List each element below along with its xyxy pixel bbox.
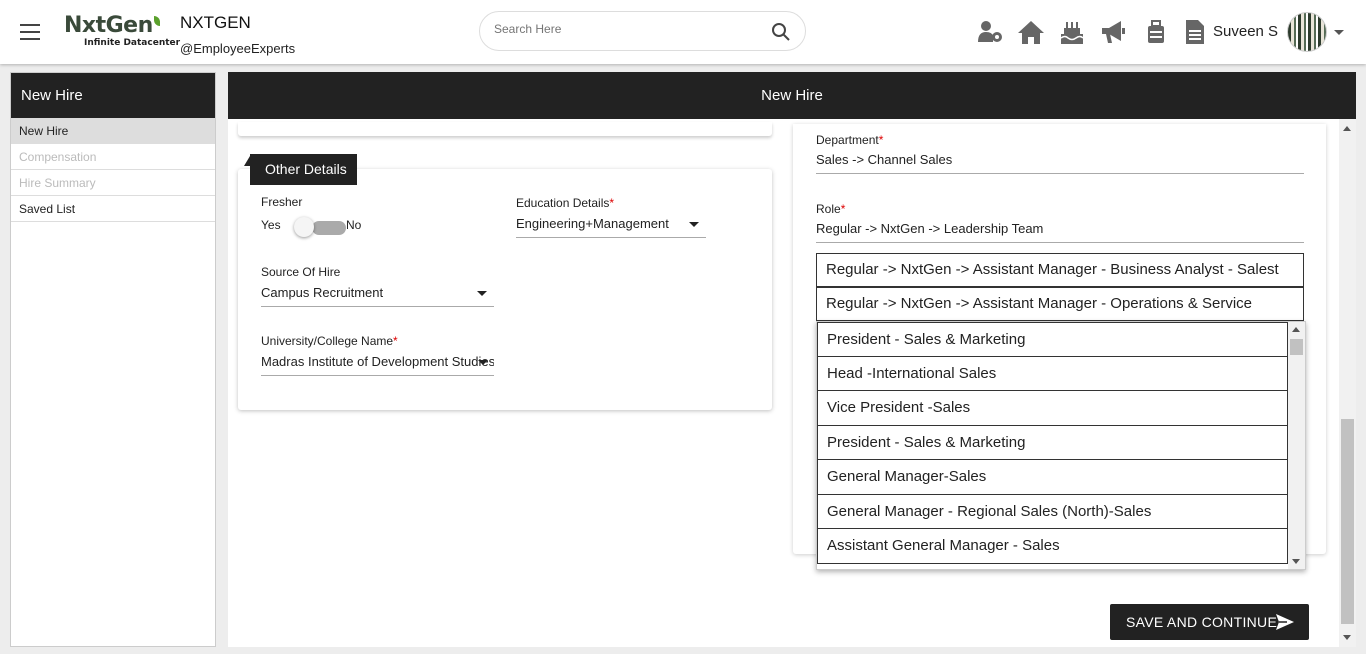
scroll-down-icon[interactable] xyxy=(1343,635,1351,640)
logo-subtitle: Infinite Datacenter xyxy=(84,38,181,48)
sidebar-item-new-hire[interactable]: New Hire xyxy=(11,118,215,144)
document-icon[interactable] xyxy=(1181,18,1209,46)
briefcase-icon[interactable] xyxy=(1142,18,1170,46)
team-settings-icon[interactable] xyxy=(976,18,1004,46)
dropdown-scrollbar[interactable] xyxy=(1288,322,1305,569)
sidebar-title: New Hire xyxy=(11,73,215,118)
caret-down-icon[interactable] xyxy=(477,291,487,296)
fresher-yes-label: Yes xyxy=(261,218,281,232)
search-icon[interactable] xyxy=(771,22,791,42)
caret-down-icon[interactable] xyxy=(689,222,699,227)
save-and-continue-button[interactable]: SAVE AND CONTINUE xyxy=(1110,604,1309,640)
role-underline xyxy=(816,242,1304,243)
sidebar-item-compensation: Compensation xyxy=(11,144,215,170)
dropdown-item[interactable]: Head -International Sales xyxy=(817,356,1288,391)
caret-down-icon[interactable] xyxy=(478,360,488,365)
sidebar: New Hire New Hire Compensation Hire Summ… xyxy=(10,72,216,647)
megaphone-icon[interactable] xyxy=(1099,18,1127,46)
main-scrollbar[interactable] xyxy=(1339,119,1356,647)
source-underline xyxy=(261,306,494,307)
search-input[interactable] xyxy=(494,22,754,36)
department-select[interactable]: Sales -> Channel Sales xyxy=(816,152,1296,167)
department-underline xyxy=(816,173,1304,174)
dropdown-item[interactable]: General Manager-Sales xyxy=(817,460,1288,495)
university-label: University/College Name* xyxy=(261,334,398,348)
department-label: Department* xyxy=(816,133,884,147)
role-dropdown-list[interactable]: President - Sales & Marketing Head -Inte… xyxy=(816,321,1306,570)
top-bar: NxtGen Infinite Datacenter NXTGEN @Emplo… xyxy=(0,0,1366,64)
send-icon xyxy=(1276,614,1294,630)
sidebar-item-hire-summary: Hire Summary xyxy=(11,170,215,196)
chevron-down-icon[interactable] xyxy=(1334,30,1344,35)
dropdown-item[interactable]: President - Sales & Marketing xyxy=(817,425,1288,460)
user-name[interactable]: Suveen S xyxy=(1213,23,1278,40)
previous-card xyxy=(238,122,772,136)
education-label: Education Details* xyxy=(516,196,615,210)
university-underline xyxy=(261,375,494,376)
dropdown-item[interactable]: Vice President -Sales xyxy=(817,391,1288,426)
role-option[interactable]: Regular -> NxtGen -> Assistant Manager -… xyxy=(816,287,1304,321)
role-label: Role* xyxy=(816,202,846,216)
avatar[interactable] xyxy=(1287,12,1327,52)
fresher-toggle-knob[interactable] xyxy=(294,217,314,237)
fresher-toggle[interactable] xyxy=(312,221,346,235)
main-scroll-thumb[interactable] xyxy=(1341,419,1354,624)
scroll-up-icon[interactable] xyxy=(1343,126,1351,131)
search-box xyxy=(479,11,806,51)
other-details-title: Other Details xyxy=(250,154,357,185)
company-logo[interactable]: NxtGen Infinite Datacenter xyxy=(64,13,181,54)
scroll-up-icon[interactable] xyxy=(1292,327,1300,332)
scroll-down-icon[interactable] xyxy=(1292,559,1300,564)
home-icon[interactable] xyxy=(1017,18,1045,46)
source-of-hire-select[interactable]: Campus Recruitment xyxy=(261,285,471,300)
role-option[interactable]: Regular -> NxtGen -> Assistant Manager -… xyxy=(816,253,1304,287)
education-underline xyxy=(516,237,706,238)
dropdown-item[interactable]: General Manager - Regional Sales (North)… xyxy=(817,494,1288,529)
company-name: NXTGEN xyxy=(180,13,251,32)
company-handle: @EmployeeExperts xyxy=(180,41,296,56)
dropdown-item[interactable]: Assistant General Manager - Sales xyxy=(817,529,1288,564)
fresher-no-label: No xyxy=(346,218,362,232)
dropdown-item[interactable]: President - Sales & Marketing xyxy=(817,322,1288,357)
education-select[interactable]: Engineering+Management xyxy=(516,216,686,231)
birthday-cake-icon[interactable] xyxy=(1058,18,1086,46)
save-button-label: SAVE AND CONTINUE xyxy=(1126,614,1278,630)
main-panel: New Hire Other Details Fresher Yes No Ed… xyxy=(228,72,1356,647)
hamburger-menu-icon[interactable] xyxy=(20,24,40,40)
logo-text: NxtGen xyxy=(64,13,153,38)
page-title: New Hire xyxy=(228,72,1356,119)
role-select[interactable]: Regular -> NxtGen -> Leadership Team xyxy=(816,221,1296,236)
sidebar-item-saved-list[interactable]: Saved List xyxy=(11,196,215,222)
university-select[interactable]: Madras Institute of Development Studies xyxy=(261,354,494,369)
source-of-hire-label: Source Of Hire xyxy=(261,265,341,279)
dropdown-scroll-thumb[interactable] xyxy=(1290,339,1303,355)
fresher-label: Fresher xyxy=(261,195,303,209)
